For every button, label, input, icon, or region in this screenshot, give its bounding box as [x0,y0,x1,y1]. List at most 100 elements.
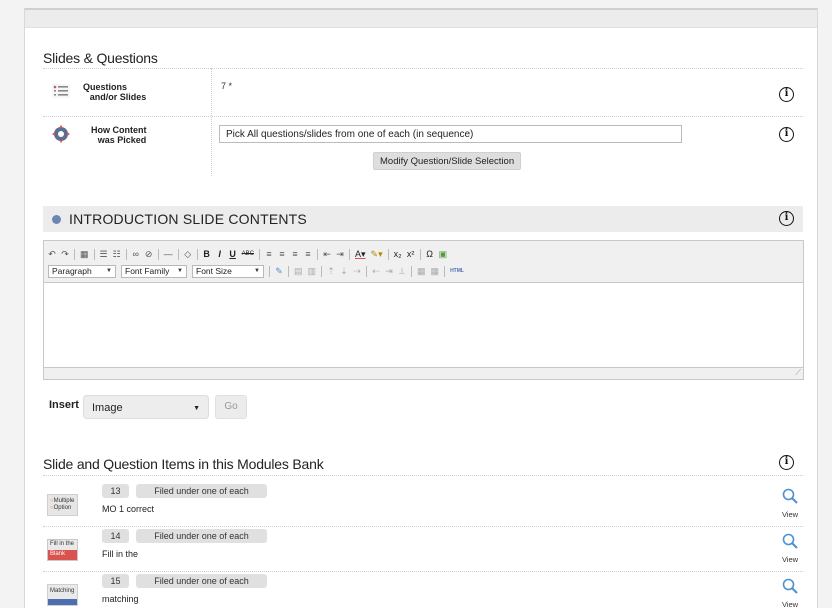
align-justify-icon[interactable]: ≡ [304,248,312,260]
strikethrough-icon[interactable]: ABC [242,248,254,260]
magnifier-icon [782,533,798,549]
table-props-icon[interactable]: ▥ [308,265,317,277]
bullet-icon [52,215,61,224]
separator [74,248,75,260]
bank-title: Slide and Question Items in this Modules… [43,456,324,472]
link-icon[interactable]: ∞ [132,248,140,260]
indent-icon[interactable]: ⇥ [336,248,344,260]
filed-under-badge: Filed under one of each [136,574,267,588]
paste-icon[interactable]: ▦ [80,248,89,260]
info-icon[interactable]: i [779,127,794,142]
divider [43,116,803,117]
separator [366,265,368,277]
bold-icon[interactable]: B [203,248,211,260]
thumb-text: ○Multiple [50,498,75,504]
editor-statusbar: ⟋ [44,367,803,379]
underline-icon[interactable]: U [229,248,237,260]
delete-col-icon[interactable]: ⟂ [398,265,406,277]
delete-row-icon[interactable]: ⇢ [353,265,361,277]
unlink-icon[interactable]: ⊘ [145,248,153,260]
html-source-icon[interactable]: HTML [450,265,464,277]
questions-slides-label: Questions and/or Slides [83,82,153,102]
magnifier-icon [782,578,798,594]
list-item: ○Multiple ○Option 13 Filed under one of … [43,484,803,529]
font-size-value: Font Size [196,266,232,276]
top-strip [25,8,817,28]
thumb-text-1: Multiple [53,498,75,504]
unordered-list-icon[interactable]: ☷ [113,248,121,260]
separator [349,248,351,260]
introduction-header: INTRODUCTION SLIDE CONTENTS i [43,206,803,232]
table-icon[interactable]: ▤ [294,265,303,277]
item-number-badge: 14 [102,529,129,543]
superscript-icon[interactable]: x² [407,248,415,260]
row-after-icon[interactable]: ⇣ [340,265,348,277]
redo-icon[interactable]: ↷ [61,248,69,260]
separator [387,248,389,260]
go-button[interactable]: Go [215,395,247,419]
font-family-select[interactable]: Font Family ▼ [121,264,187,278]
divider [43,526,803,527]
separator [196,248,198,260]
content-pick-method-field[interactable]: Pick All questions/slides from one of ea… [219,125,682,143]
item-name: matching [102,594,139,604]
item-name: MO 1 correct [102,504,155,514]
col-after-icon[interactable]: ⇥ [385,265,393,277]
editor-content-area[interactable] [44,283,803,369]
insert-type-select[interactable]: Image ▼ [83,395,209,419]
outdent-icon[interactable]: ⇤ [323,248,331,260]
divider [43,571,803,572]
insert-label: Insert [49,399,79,411]
separator [419,248,421,260]
ordered-list-icon[interactable]: ☰ [100,248,108,260]
subscript-icon[interactable]: x₂ [394,248,402,260]
format-select[interactable]: Paragraph ▼ [48,264,116,278]
split-cells-icon[interactable]: ▦ [417,265,426,277]
separator [157,248,159,260]
col-before-icon[interactable]: ⇠ [372,265,380,277]
align-left-icon[interactable]: ≡ [265,248,273,260]
info-icon[interactable]: i [779,87,794,102]
resize-handle-icon[interactable]: ⟋ [795,368,801,378]
label-line: was Picked [97,135,147,145]
fill-in-blank-thumbnail: Fill in the Blank [47,539,78,561]
divider [43,68,803,69]
multiple-option-thumbnail: ○Multiple ○Option [47,494,78,516]
align-right-icon[interactable]: ≡ [291,248,299,260]
image-insert-icon[interactable]: ▣ [439,248,448,260]
row-before-icon[interactable]: ⇡ [327,265,335,277]
list-icon [52,84,70,103]
separator [177,248,179,260]
separator [125,248,127,260]
align-center-icon[interactable]: ≡ [278,248,286,260]
italic-icon[interactable]: I [216,248,224,260]
view-label: View [781,510,799,519]
thumb-text-2: Option [53,505,72,511]
view-button[interactable]: View [780,488,800,519]
item-number-badge: 13 [102,484,129,498]
introduction-title: INTRODUCTION SLIDE CONTENTS [69,211,307,227]
view-button[interactable]: View [780,578,800,608]
insert-type-value: Image [92,402,123,414]
toolbar-row-2: Paragraph ▼ Font Family ▼ Font Size ▼ ✎ ▤ ▥… [48,264,464,278]
modify-selection-button[interactable]: Modify Question/Slide Selection [373,152,522,170]
separator [317,248,319,260]
special-char-icon[interactable]: Ω [426,248,434,260]
main-panel: Slides & Questions Questions and/or Slid… [24,8,818,608]
matching-thumbnail: Matching [47,584,78,606]
info-icon[interactable]: i [779,211,794,226]
highlight-color-icon[interactable]: ✎▾ [371,248,383,260]
list-item: Matching 15 Filed under one of each matc… [43,574,803,608]
edit-css-icon[interactable]: ✎ [275,265,283,277]
text-color-icon[interactable]: A▾ [355,248,366,260]
thumb-text-1: Matching [50,588,75,594]
undo-icon[interactable]: ↶ [48,248,56,260]
eraser-icon[interactable]: ◇ [184,248,192,260]
horizontal-rule-icon[interactable]: — [164,248,173,260]
divider [43,475,803,476]
info-icon[interactable]: i [779,455,794,470]
font-size-select[interactable]: Font Size ▼ [192,264,264,278]
merge-cells-icon[interactable]: ▦ [431,265,440,277]
view-button[interactable]: View [780,533,800,564]
separator [444,265,446,277]
